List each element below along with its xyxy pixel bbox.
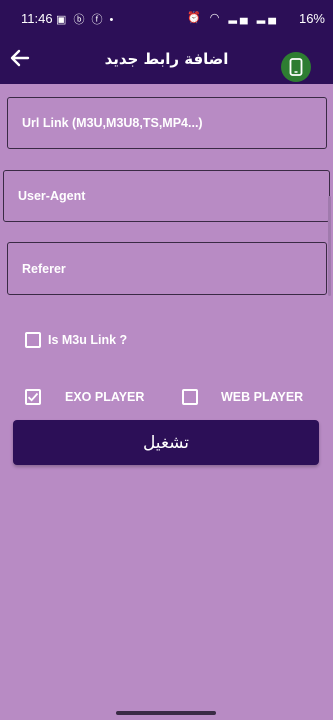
referer-input[interactable]: [8, 243, 326, 294]
status-time: 11:46: [21, 11, 53, 26]
user-agent-field[interactable]: [3, 170, 330, 222]
exo-player-checkbox[interactable]: [25, 389, 41, 405]
checkmark-icon: [27, 392, 39, 402]
status-notification-icons: ▣ ⓑ ⓕ •: [56, 14, 116, 26]
exo-player-label: EXO PLAYER: [65, 390, 145, 404]
phone-icon[interactable]: [281, 52, 311, 82]
status-bar: 11:46 ▣ ⓑ ⓕ • ⏰ ◠ ▂▄ ▂▄ 16%: [0, 0, 333, 38]
user-agent-input[interactable]: [4, 171, 329, 221]
app-bar: اضافة رابط جديد: [0, 38, 333, 84]
is-m3u-checkbox[interactable]: [25, 332, 41, 348]
is-m3u-label: Is M3u Link ?: [48, 333, 128, 347]
url-link-input[interactable]: [8, 98, 326, 148]
url-link-field[interactable]: [7, 97, 327, 149]
web-player-label: WEB PLAYER: [221, 390, 304, 404]
referer-field[interactable]: [7, 242, 327, 295]
navigation-handle[interactable]: [116, 711, 216, 715]
battery-level: 16%: [298, 11, 325, 26]
run-button[interactable]: تشغيل: [13, 420, 319, 465]
web-player-checkbox[interactable]: [182, 389, 198, 405]
scrollbar[interactable]: [328, 196, 331, 296]
status-system-icons: ⏰ ◠ ▂▄ ▂▄: [187, 12, 279, 24]
